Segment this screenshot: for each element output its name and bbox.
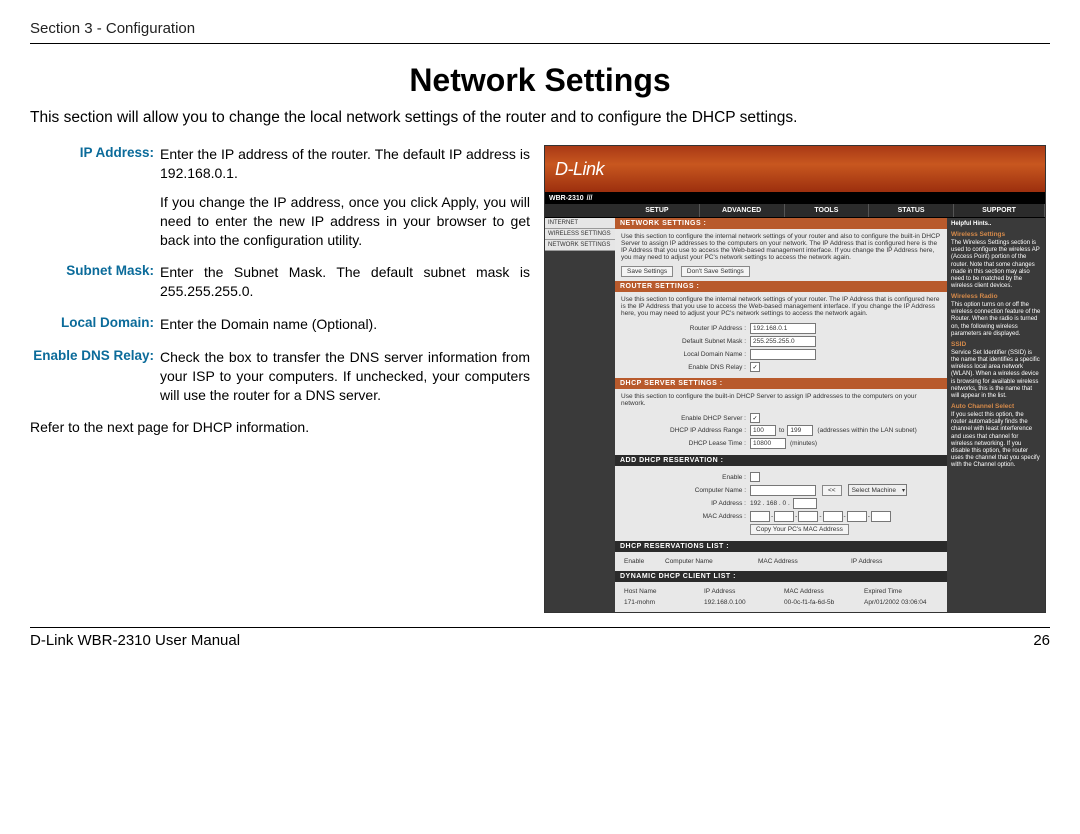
dns-relay-checkbox[interactable]: ✓ (750, 362, 760, 372)
res-ip-prefix: 192 . 168 . 0 . (750, 500, 790, 507)
router-settings-header: ROUTER SETTINGS : (615, 281, 947, 292)
reservations-list-header: DHCP RESERVATIONS LIST : (615, 541, 947, 552)
dyn-col-host: Host Name (621, 586, 701, 597)
res-mac-6[interactable] (871, 511, 891, 522)
res-mac-4[interactable] (823, 511, 843, 522)
reslist-col-mac: MAC Address (755, 556, 848, 567)
help-sidebar: Helpful Hints.. Wireless Settings The Wi… (947, 218, 1045, 612)
def-subnet-label: Subnet Mask: (30, 263, 160, 301)
left-nav: INTERNET WIRELESS SETTINGS NETWORK SETTI… (545, 218, 615, 612)
brand-banner: D-Link (545, 146, 1045, 192)
dynamic-list-header: DYNAMIC DHCP CLIENT LIST : (615, 571, 947, 582)
nav-internet[interactable]: INTERNET (545, 218, 615, 229)
network-settings-body: Use this section to configure the intern… (621, 233, 941, 261)
dont-save-button[interactable]: Don't Save Settings (681, 266, 750, 277)
help-ws-text: The Wireless Settings section is used to… (951, 240, 1041, 290)
res-select-btn[interactable]: << (822, 485, 842, 496)
definitions-column: IP Address: Enter the IP address of the … (30, 145, 530, 613)
dhcp-enable-label: Enable DHCP Server : (621, 415, 750, 422)
help-acs-title: Auto Channel Select (951, 403, 1041, 411)
def-dns-text: Check the box to transfer the DNS server… (160, 348, 530, 405)
dhcp-enable-checkbox[interactable]: ✓ (750, 413, 760, 423)
reslist-col-ip: IP Address (848, 556, 941, 567)
help-wr-title: Wireless Radio (951, 293, 1041, 301)
dhcp-lease-label: DHCP Lease Time : (621, 440, 750, 447)
dhcp-range-to[interactable]: 199 (787, 425, 813, 436)
res-mac-3[interactable] (798, 511, 818, 522)
next-page-note: Refer to the next page for DHCP informat… (30, 419, 530, 435)
dhcp-range-label: DHCP IP Address Range : (621, 427, 750, 434)
subnet-input[interactable]: 255.255.255.0 (750, 336, 816, 347)
copy-mac-button[interactable]: Copy Your PC's MAC Address (750, 524, 849, 535)
help-acs-text: If you select this option, the router au… (951, 412, 1041, 470)
network-settings-header: NETWORK SETTINGS : (615, 218, 947, 229)
router-ip-input[interactable]: 192.168.0.1 (750, 323, 816, 334)
help-wr-text: This option turns on or off the wireless… (951, 302, 1041, 338)
dhcp-range-note: (addresses within the LAN subnet) (817, 427, 916, 434)
def-ip-text2: If you change the IP address, once you c… (160, 193, 530, 250)
reslist-col-enable: Enable (621, 556, 662, 567)
res-enable-checkbox[interactable] (750, 472, 760, 482)
help-ssid-text: Service Set Identifier (SSID) is the nam… (951, 350, 1041, 400)
dns-relay-label: Enable DNS Relay : (621, 364, 750, 371)
help-ws-title: Wireless Settings (951, 231, 1041, 239)
dyn-col-ip: IP Address (701, 586, 781, 597)
dhcp-server-header: DHCP SERVER SETTINGS : (615, 378, 947, 389)
res-machine-select[interactable]: Select Machine (848, 484, 907, 496)
res-mac-label: MAC Address : (621, 513, 750, 520)
save-button[interactable]: Save Settings (621, 266, 673, 277)
tab-support[interactable]: SUPPORT (954, 204, 1045, 217)
local-domain-label: Local Domain Name : (621, 351, 750, 358)
res-enable-label: Enable : (621, 474, 750, 481)
router-screenshot: D-Link WBR-2310/// SETUP ADVANCED TOOLS … (544, 145, 1046, 613)
def-ip-text1: Enter the IP address of the router. The … (160, 145, 530, 183)
dyn-col-mac: MAC Address (781, 586, 861, 597)
dhcp-lease-unit: (minutes) (790, 440, 817, 447)
local-domain-input[interactable] (750, 349, 816, 360)
tab-advanced[interactable]: ADVANCED (700, 204, 785, 217)
model-label: WBR-2310 (549, 195, 584, 202)
reslist-col-cname: Computer Name (662, 556, 755, 567)
dhcp-server-body: Use this section to configure the built-… (621, 393, 941, 407)
dhcp-range-from[interactable]: 100 (750, 425, 776, 436)
section-header: Section 3 - Configuration (30, 20, 195, 37)
footer-page: 26 (1033, 632, 1050, 649)
help-ssid-title: SSID (951, 341, 1041, 349)
router-ip-label: Router IP Address : (621, 325, 750, 332)
dhcp-lease-input[interactable]: 10800 (750, 438, 786, 449)
res-cname-label: Computer Name : (621, 487, 750, 494)
footer-left: D-Link WBR-2310 User Manual (30, 632, 240, 649)
res-mac-2[interactable] (774, 511, 794, 522)
nav-network[interactable]: NETWORK SETTINGS (545, 240, 615, 251)
intro-text: This section will allow you to change th… (30, 109, 1050, 127)
tab-setup[interactable]: SETUP (615, 204, 700, 217)
res-mac-1[interactable] (750, 511, 770, 522)
res-ip-label: IP Address : (621, 500, 750, 507)
def-domain-label: Local Domain: (30, 315, 160, 334)
subnet-label: Default Subnet Mask : (621, 338, 750, 345)
def-dns-label: Enable DNS Relay: (30, 348, 160, 405)
router-settings-body: Use this section to configure the intern… (621, 296, 941, 317)
nav-wireless[interactable]: WIRELESS SETTINGS (545, 229, 615, 240)
def-ip-label: IP Address: (30, 145, 160, 249)
tab-status[interactable]: STATUS (869, 204, 954, 217)
def-domain-text: Enter the Domain name (Optional). (160, 315, 530, 334)
res-cname-input[interactable] (750, 485, 816, 496)
main-panel: NETWORK SETTINGS : Use this section to c… (615, 218, 947, 612)
help-header: Helpful Hints.. (951, 221, 1041, 228)
res-ip-input[interactable] (793, 498, 817, 509)
res-mac-5[interactable] (847, 511, 867, 522)
tab-tools[interactable]: TOOLS (785, 204, 870, 217)
def-subnet-text: Enter the Subnet Mask. The default subne… (160, 263, 530, 301)
add-reservation-header: ADD DHCP RESERVATION : (615, 455, 947, 466)
dyn-col-exp: Expired Time (861, 586, 941, 597)
dyn-row: 171-mohm 192.168.0.100 00-0c-f1-fa-6d-5b… (621, 597, 941, 608)
page-title: Network Settings (30, 62, 1050, 99)
